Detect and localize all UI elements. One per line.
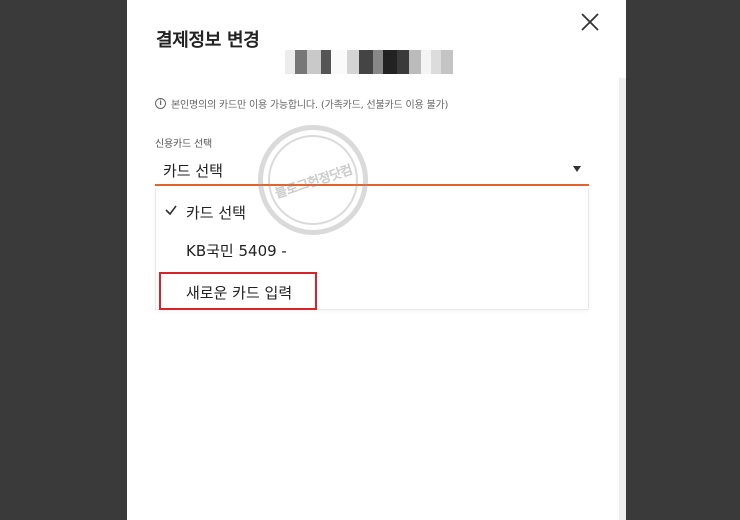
modal-backdrop-left[interactable] (0, 0, 127, 520)
close-icon (581, 13, 599, 31)
modal-backdrop-right[interactable] (626, 0, 740, 520)
card-select[interactable]: 카드 선택 (155, 153, 589, 186)
card-option-new[interactable]: 새로운 카드 입력 (156, 272, 588, 310)
card-option-label: KB국민 5409 - (186, 242, 287, 260)
card-option-label: 새로운 카드 입력 (186, 284, 293, 302)
modal-title: 결제정보 변경 (156, 30, 260, 51)
card-dropdown-list: 카드 선택 KB국민 5409 - 새로운 카드 입력 (155, 188, 589, 310)
card-option-label: 카드 선택 (186, 204, 246, 222)
caret-down-icon (573, 166, 581, 172)
card-option-select[interactable]: 카드 선택 (156, 192, 588, 230)
info-icon: i (155, 98, 166, 109)
close-button[interactable] (578, 10, 602, 34)
card-notice: i 본인명의의 카드만 이용 가능합니다. (가족카드, 선불카드 이용 불가) (155, 96, 448, 111)
modal-scrollbar[interactable] (619, 78, 626, 520)
payment-info-modal: 결제정보 변경 i 본인명의의 카드만 이용 가능합니다. (가족카드, 선불카… (127, 0, 626, 520)
card-select-value: 카드 선택 (163, 162, 223, 180)
card-select-label: 신용카드 선택 (155, 139, 212, 150)
card-option-kb[interactable]: KB국민 5409 - (156, 230, 588, 268)
check-icon (165, 205, 177, 216)
notice-text: 본인명의의 카드만 이용 가능합니다. (가족카드, 선불카드 이용 불가) (171, 100, 449, 111)
masked-card-number (285, 50, 453, 74)
